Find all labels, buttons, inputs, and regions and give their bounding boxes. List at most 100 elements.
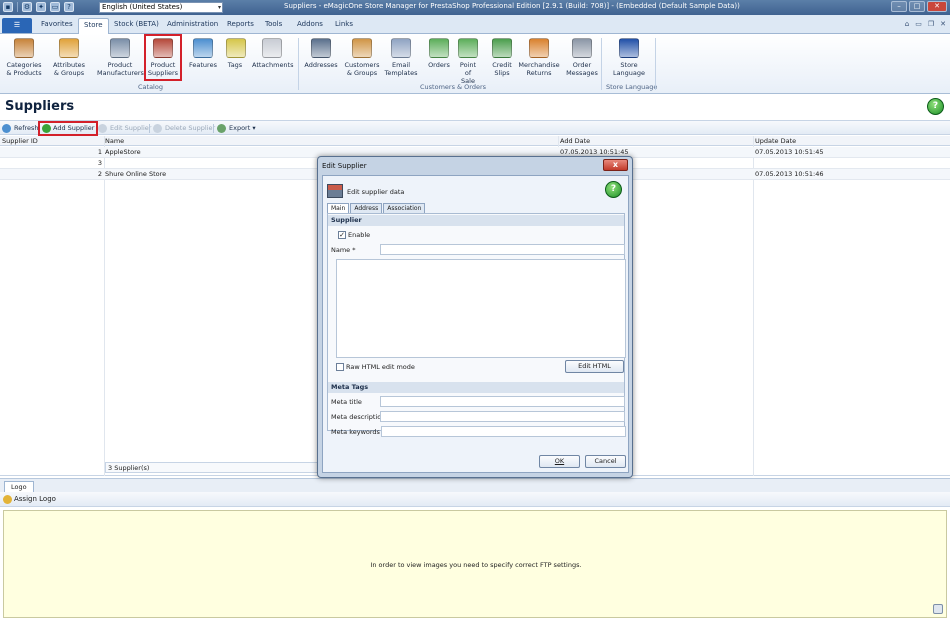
- ribbon-close-icon[interactable]: ✕: [940, 20, 946, 28]
- store-icon: [153, 38, 173, 58]
- ribbon-button-label: Tags: [227, 61, 243, 69]
- refresh-icon: [2, 124, 11, 133]
- window-title: Suppliers - eMagicOne Store Manager for …: [284, 2, 740, 10]
- description-editor[interactable]: [336, 259, 626, 358]
- ok-button[interactable]: OK: [539, 455, 580, 468]
- name-label: Name *: [331, 246, 356, 254]
- ribbon-button-product-manufacturers[interactable]: Product Manufacturers: [97, 36, 144, 79]
- tab-association[interactable]: Association: [383, 203, 426, 213]
- ribbon-button-addresses[interactable]: Addresses: [303, 36, 339, 71]
- dialog-help-icon[interactable]: ?: [605, 181, 622, 198]
- ribbon-button-orders[interactable]: Orders: [428, 36, 450, 71]
- assign-logo-label: Assign Logo: [14, 495, 56, 503]
- box-icon: [14, 38, 34, 58]
- export-icon: [217, 124, 226, 133]
- language-select[interactable]: English (United States) ▾: [99, 2, 223, 13]
- export-button[interactable]: Export ▾: [217, 123, 256, 134]
- cancel-button[interactable]: Cancel: [585, 455, 626, 468]
- file-menu-button[interactable]: ☰: [2, 18, 32, 33]
- ribbon-restore-icon[interactable]: ❐: [928, 20, 934, 28]
- minimize-button[interactable]: –: [891, 1, 907, 12]
- ribbon-button-label: Language: [612, 69, 646, 77]
- edit-supplier-label: Edit Supplier: [110, 124, 152, 132]
- ribbon-button-label: Manufacturers: [97, 69, 144, 77]
- delete-supplier-label: Delete Supplier: [165, 124, 216, 132]
- refresh-button[interactable]: Refresh: [2, 123, 39, 134]
- name-input[interactable]: [380, 244, 625, 255]
- delete-supplier-button[interactable]: Delete Supplier: [153, 123, 215, 134]
- ribbon-button-credit-slips[interactable]: Credit Slips: [491, 36, 513, 79]
- meta-title-input[interactable]: [380, 396, 625, 407]
- close-window-button[interactable]: ✕: [927, 1, 947, 12]
- ribbon-button-categories-products[interactable]: Categories & Products: [4, 36, 44, 79]
- tab-store[interactable]: Store: [78, 18, 109, 34]
- help-icon[interactable]: ?: [64, 2, 74, 12]
- tab-addons[interactable]: Addons: [297, 20, 323, 28]
- meta-keywords-input[interactable]: [381, 426, 626, 437]
- dialog-close-button[interactable]: x: [603, 159, 628, 171]
- ribbon-button-point-of-sale[interactable]: Point of Sale: [457, 36, 479, 87]
- connection-icon[interactable]: ✦: [36, 2, 46, 12]
- meta-title-label: Meta title: [331, 398, 362, 406]
- edit-supplier-button[interactable]: Edit Supplier: [98, 123, 151, 134]
- tab-main[interactable]: Main: [327, 203, 350, 213]
- tab-administration[interactable]: Administration: [167, 20, 218, 28]
- ribbon-button-customers-groups[interactable]: Customers & Groups: [343, 36, 381, 79]
- tab-address[interactable]: Address: [350, 203, 383, 213]
- plus-icon: [42, 124, 51, 133]
- maximize-button[interactable]: □: [909, 1, 925, 12]
- ribbon-button-merchandise-returns[interactable]: Merchandise Returns: [518, 36, 560, 79]
- ribbon-button-order-messages[interactable]: Order Messages: [565, 36, 599, 79]
- ribbon-button-attachments[interactable]: Attachments: [252, 36, 294, 71]
- ribbon-button-label: Merchandise: [518, 61, 560, 69]
- tab-links[interactable]: Links: [335, 20, 353, 28]
- raw-html-checkbox[interactable]: Raw HTML edit mode: [336, 363, 415, 371]
- ribbon-button-label: Features: [189, 61, 217, 69]
- factory-icon: [110, 38, 130, 58]
- column-header-supplier-id[interactable]: Supplier ID: [2, 136, 38, 146]
- tab-favorites[interactable]: Favorites: [41, 20, 73, 28]
- add-supplier-button[interactable]: Add Supplier: [37, 121, 99, 136]
- page-title: Suppliers: [5, 99, 75, 114]
- customers-icon: [352, 38, 372, 58]
- paperclip-icon: [262, 38, 282, 58]
- settings-icon[interactable]: [933, 604, 943, 614]
- tab-tools[interactable]: Tools: [265, 20, 282, 28]
- qat-separator: [17, 2, 18, 12]
- ribbon-button-label: Suppliers: [147, 69, 179, 77]
- settings-gear-icon[interactable]: ⚙: [22, 2, 32, 12]
- messages-icon: [572, 38, 592, 58]
- ftp-settings-message: In order to view images you need to spec…: [370, 561, 582, 569]
- ribbon-minimize-icon[interactable]: ▭: [915, 20, 922, 28]
- tab-stock-beta[interactable]: Stock (BETA): [114, 20, 159, 28]
- edit-icon: [98, 124, 107, 133]
- ribbon-button-label: Email: [391, 61, 411, 69]
- ribbon-button-product-suppliers[interactable]: Product Suppliers: [144, 34, 182, 81]
- enable-checkbox[interactable]: ✓ Enable: [338, 231, 370, 239]
- ribbon-button-attributes-groups[interactable]: Attributes & Groups: [51, 36, 87, 79]
- ribbon-button-email-templates[interactable]: Email Templates: [384, 36, 418, 79]
- language-select-value: English (United States): [102, 3, 183, 11]
- cell-name: AppleStore: [105, 148, 141, 156]
- edit-html-button[interactable]: Edit HTML: [565, 360, 624, 373]
- catalog-group-label: Catalog: [138, 83, 163, 91]
- ribbon-button-label: Store: [620, 61, 638, 69]
- tab-reports[interactable]: Reports: [227, 20, 254, 28]
- assign-logo-button[interactable]: Assign Logo: [3, 494, 56, 505]
- ribbon-button-features[interactable]: Features: [188, 36, 218, 71]
- meta-description-input[interactable]: [380, 411, 625, 422]
- column-header-name[interactable]: Name: [105, 136, 124, 146]
- app-icon[interactable]: ▪: [3, 2, 13, 12]
- column-header-update-date[interactable]: Update Date: [755, 136, 796, 146]
- ribbon-button-store-language[interactable]: Store Language: [606, 36, 652, 79]
- column-divider: [753, 136, 754, 476]
- ribbon-button-tags[interactable]: Tags: [226, 36, 246, 71]
- window-layout-icon[interactable]: ▭: [50, 2, 60, 12]
- toolbar-separator: [38, 124, 39, 133]
- column-header-add-date[interactable]: Add Date: [560, 136, 590, 146]
- cell-supplier-id: 1: [97, 148, 102, 156]
- ribbon-help-icon[interactable]: ⌂: [905, 20, 909, 28]
- assign-logo-icon: [3, 495, 12, 504]
- ribbon-button-label: & Groups: [53, 69, 85, 77]
- help-icon[interactable]: ?: [927, 98, 944, 115]
